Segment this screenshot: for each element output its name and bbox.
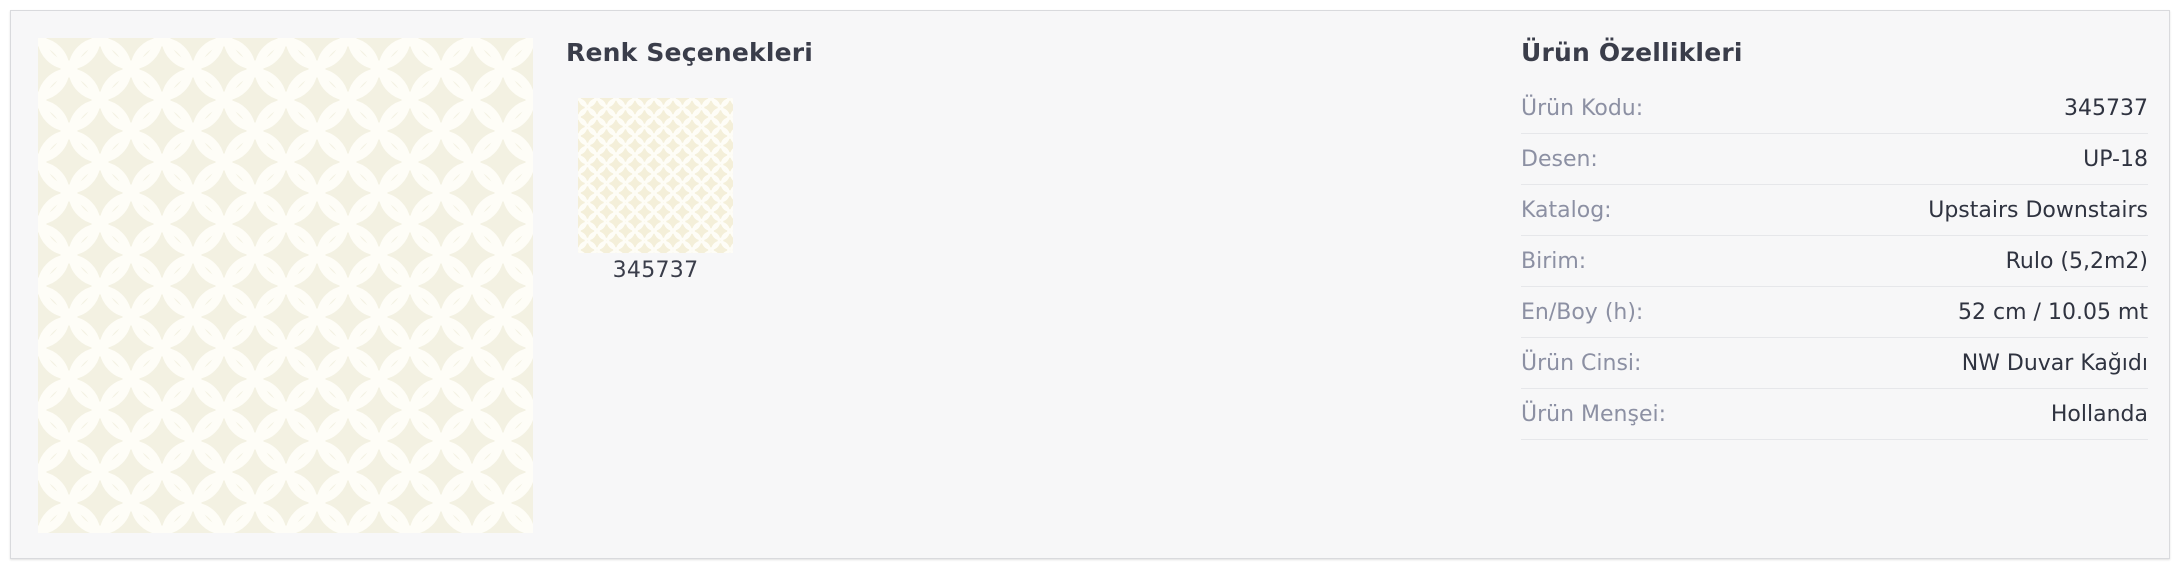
swatch-thumbnail[interactable]: [578, 98, 733, 253]
property-label: Ürün Menşei:: [1521, 401, 1667, 427]
property-row-product-type: Ürün Cinsi: NW Duvar Kağıdı: [1521, 338, 2148, 389]
property-label: Katalog:: [1521, 197, 1612, 223]
product-properties-section: Ürün Özellikleri Ürün Kodu: 345737 Desen…: [1521, 36, 2148, 440]
property-value: UP-18: [2083, 146, 2148, 172]
property-row-product-code: Ürün Kodu: 345737: [1521, 84, 2148, 134]
property-row-origin: Ürün Menşei: Hollanda: [1521, 389, 2148, 440]
wallpaper-pattern-image: [38, 38, 533, 533]
color-option-swatch[interactable]: 345737: [578, 98, 733, 283]
product-detail-card: Renk Seçenekleri 345737 Ürün Özellikleri…: [10, 10, 2170, 559]
property-value: 52 cm / 10.05 mt: [1958, 299, 2148, 325]
properties-list: Ürün Kodu: 345737 Desen: UP-18 Katalog: …: [1521, 84, 2148, 440]
property-label: En/Boy (h):: [1521, 299, 1644, 325]
property-row-pattern: Desen: UP-18: [1521, 134, 2148, 185]
property-label: Desen:: [1521, 146, 1598, 172]
property-row-unit: Birim: Rulo (5,2m2): [1521, 236, 2148, 287]
wallpaper-pattern-thumbnail-icon: [578, 98, 733, 253]
property-value: 345737: [2064, 96, 2148, 121]
property-label: Birim:: [1521, 248, 1587, 274]
property-value: Upstairs Downstairs: [1928, 197, 2148, 223]
property-label: Ürün Cinsi:: [1521, 350, 1642, 376]
swatch-code[interactable]: 345737: [578, 258, 733, 283]
property-row-catalog: Katalog: Upstairs Downstairs: [1521, 185, 2148, 236]
color-options-section: Renk Seçenekleri 345737: [566, 36, 1166, 283]
property-value: Hollanda: [2050, 401, 2148, 427]
property-value: Rulo (5,2m2): [2005, 248, 2148, 274]
product-main-image[interactable]: [38, 38, 533, 533]
property-value: NW Duvar Kağıdı: [1961, 350, 2148, 376]
product-properties-title: Ürün Özellikleri: [1521, 38, 1743, 67]
color-options-title: Renk Seçenekleri: [566, 38, 814, 67]
property-label: Ürün Kodu:: [1521, 96, 1644, 121]
property-row-dimensions: En/Boy (h): 52 cm / 10.05 mt: [1521, 287, 2148, 338]
